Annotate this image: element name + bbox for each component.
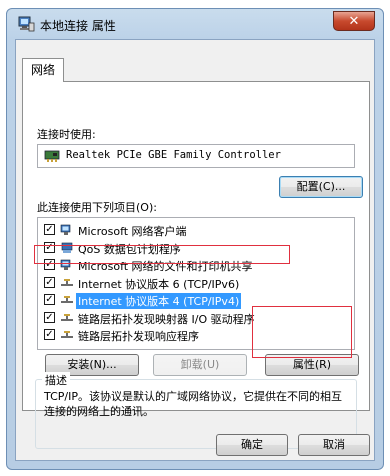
items-label: 此连接使用下列项目(O): bbox=[37, 201, 157, 214]
close-icon: ✕ bbox=[348, 14, 360, 29]
adapter-field: Realtek PCIe GBE Family Controller bbox=[37, 144, 355, 168]
item-checkbox[interactable]: ✓ bbox=[44, 259, 55, 270]
network-connection-icon bbox=[18, 16, 35, 32]
ok-button[interactable]: 确定 bbox=[216, 434, 288, 456]
close-button[interactable]: ✕ bbox=[333, 11, 375, 31]
properties-dialog: 本地连接 属性 ✕ 网络 连接时使用: Realtek PCIe GBE Fam… bbox=[6, 8, 384, 470]
item-checkbox[interactable]: ✓ bbox=[44, 276, 55, 288]
item-label: Internet 协议版本 6 (TCP/IPv6) bbox=[78, 277, 240, 291]
protocol-icon bbox=[61, 278, 73, 286]
item-label: 链路层拓扑发现响应程序 bbox=[78, 330, 199, 343]
item-checkbox[interactable]: ✓ bbox=[44, 241, 55, 253]
item-label: Internet 协议版本 4 (TCP/IPv4) bbox=[76, 293, 242, 309]
file-share-icon bbox=[60, 259, 71, 270]
item-label: QoS 数据包计划程序 bbox=[78, 242, 181, 256]
properties-button-label: 属性(R) bbox=[292, 358, 332, 371]
title-bar[interactable]: 本地连接 属性 ✕ bbox=[7, 9, 383, 39]
tab-panel-network: 连接时使用: Realtek PCIe GBE Family Controlle… bbox=[22, 81, 370, 449]
uninstall-button[interactable]: 卸载(U) bbox=[153, 354, 247, 376]
item-checkbox[interactable]: ✓ bbox=[44, 294, 55, 305]
properties-button[interactable]: 属性(R) bbox=[265, 354, 359, 376]
qos-icon bbox=[61, 242, 73, 253]
item-checkbox[interactable]: ✓ bbox=[44, 329, 55, 340]
cancel-button-label: 取消 bbox=[323, 438, 345, 451]
list-item[interactable]: ✓ 链路层拓扑发现映射器 I/O 驱动程序 bbox=[38, 310, 354, 327]
list-item[interactable]: ✓ QoS 数据包计划程序 bbox=[38, 240, 354, 257]
item-label: Microsoft 网络客户端 bbox=[78, 225, 187, 238]
cancel-button[interactable]: 取消 bbox=[298, 434, 370, 456]
adapter-name: Realtek PCIe GBE Family Controller bbox=[66, 149, 281, 161]
list-item[interactable]: ✓ 链路层拓扑发现响应程序 bbox=[38, 327, 354, 344]
item-checkbox[interactable]: ✓ bbox=[44, 311, 55, 323]
protocol-icon bbox=[61, 331, 73, 338]
item-label: Microsoft 网络的文件和打印机共享 bbox=[78, 260, 253, 273]
description-text: TCP/IP。该协议是默认的广域网络协议，它提供在不同的相互连接的网络上的通讯。 bbox=[44, 390, 342, 418]
list-item[interactable]: ✓ Microsoft 网络的文件和打印机共享 bbox=[38, 257, 354, 274]
components-list[interactable]: ✓ Microsoft 网络客户端 ✓ QoS 数据包计划程序 ✓ Microsoft 网… bbox=[37, 217, 355, 350]
protocol-icon bbox=[61, 296, 73, 303]
dialog-client-area: 网络 连接时使用: Realtek PCIe GBE Family Contro… bbox=[15, 39, 375, 461]
window-title: 本地连接 属性 bbox=[40, 19, 116, 33]
list-item[interactable]: ✓ Internet 协议版本 6 (TCP/IPv6) bbox=[38, 275, 354, 292]
description-title: 描述 bbox=[42, 372, 70, 388]
item-checkbox[interactable]: ✓ bbox=[44, 224, 55, 235]
configure-button[interactable]: 配置(C)... bbox=[279, 176, 363, 198]
network-adapter-icon bbox=[44, 150, 60, 162]
uninstall-button-label: 卸载(U) bbox=[180, 358, 220, 371]
connect-using-label: 连接时使用: bbox=[37, 128, 96, 141]
tab-network[interactable]: 网络 bbox=[22, 58, 65, 82]
configure-button-label: 配置(C)... bbox=[296, 180, 346, 193]
ok-button-label: 确定 bbox=[241, 438, 263, 451]
protocol-icon bbox=[61, 313, 73, 321]
list-item[interactable]: ✓ Microsoft 网络客户端 bbox=[38, 222, 354, 239]
network-client-icon bbox=[60, 224, 71, 235]
install-button-label: 安装(N)... bbox=[67, 358, 117, 371]
list-item[interactable]: ✓ Internet 协议版本 4 (TCP/IPv4) bbox=[38, 292, 354, 309]
item-label: 链路层拓扑发现映射器 I/O 驱动程序 bbox=[78, 312, 255, 326]
